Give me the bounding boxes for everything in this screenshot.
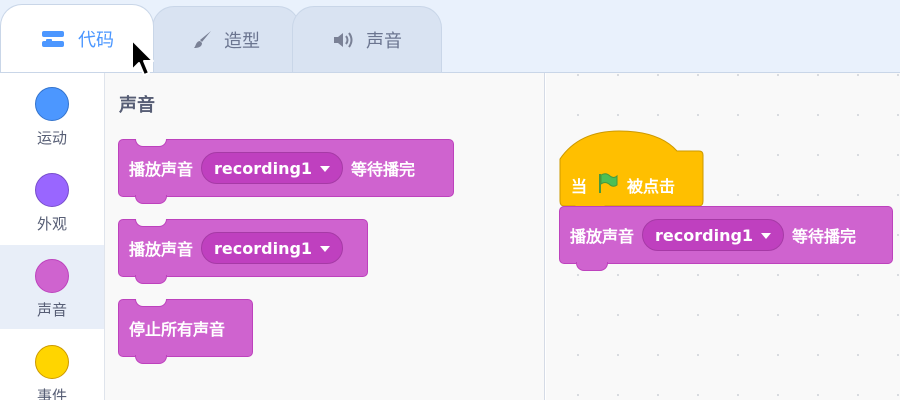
- tab-costumes-label: 造型: [224, 30, 260, 52]
- script-play-sound-until-done-block[interactable]: 播放声音 recording1 等待播完: [559, 206, 893, 271]
- block-palette: 声音 播放声音 recording1 等待播完 播放声音 recording1 …: [105, 73, 545, 400]
- dropdown-caret-icon: [320, 246, 331, 252]
- category-label: 运动: [36, 129, 67, 147]
- looks-dot-icon: [35, 173, 69, 207]
- green-flag-icon: [595, 171, 619, 199]
- dropdown-caret-icon: [761, 233, 772, 239]
- sound-name: recording1: [655, 225, 754, 245]
- hat-prefix: 当: [571, 177, 588, 196]
- sound-dot-icon: [35, 259, 69, 293]
- sound-dropdown[interactable]: recording1: [642, 219, 785, 251]
- when-flag-clicked-block[interactable]: 当 被点击: [559, 129, 704, 209]
- motion-dot-icon: [35, 87, 69, 121]
- code-icon: [40, 28, 68, 50]
- sound-dropdown[interactable]: recording1: [201, 232, 344, 264]
- block-text: 播放声音: [129, 160, 194, 179]
- hat-suffix: 被点击: [627, 177, 676, 196]
- tab-code-label: 代码: [78, 29, 114, 51]
- category-sound[interactable]: 声音: [0, 245, 104, 329]
- start-sound-block[interactable]: 播放声音 recording1: [118, 219, 368, 284]
- tab-sounds[interactable]: 声音: [292, 6, 442, 72]
- sound-dropdown[interactable]: recording1: [201, 152, 344, 184]
- tab-costumes[interactable]: 造型: [152, 6, 300, 72]
- block-text: 停止所有声音: [129, 320, 226, 339]
- block-text: 播放声音: [570, 227, 635, 246]
- tab-sounds-label: 声音: [366, 30, 402, 52]
- speaker-icon: [332, 30, 356, 50]
- category-events[interactable]: 事件: [0, 331, 104, 400]
- category-motion[interactable]: 运动: [0, 73, 104, 157]
- sound-name: recording1: [214, 238, 313, 258]
- script-workspace[interactable]: 当 被点击 播放声音 recording1 等待播完: [546, 73, 900, 400]
- block-text: 播放声音: [129, 240, 194, 259]
- category-looks[interactable]: 外观: [0, 159, 104, 243]
- sound-name: recording1: [214, 158, 313, 178]
- category-label: 事件: [36, 387, 67, 400]
- brush-icon: [192, 29, 214, 51]
- palette-heading: 声音: [119, 95, 155, 116]
- block-suffix: 等待播完: [792, 227, 857, 246]
- category-menu: 运动 外观 声音 事件: [0, 73, 105, 400]
- block-suffix: 等待播完: [351, 160, 416, 179]
- mouse-cursor-icon: [130, 38, 156, 86]
- events-dot-icon: [35, 345, 69, 379]
- editor-main: 运动 外观 声音 事件 声音 播放声音 recording1 等待播完 播放声音: [0, 72, 900, 400]
- play-sound-until-done-block[interactable]: 播放声音 recording1 等待播完: [118, 139, 454, 204]
- stop-all-sounds-block[interactable]: 停止所有声音: [118, 299, 253, 364]
- category-label: 外观: [36, 215, 67, 233]
- dropdown-caret-icon: [320, 166, 331, 172]
- category-label: 声音: [36, 301, 67, 319]
